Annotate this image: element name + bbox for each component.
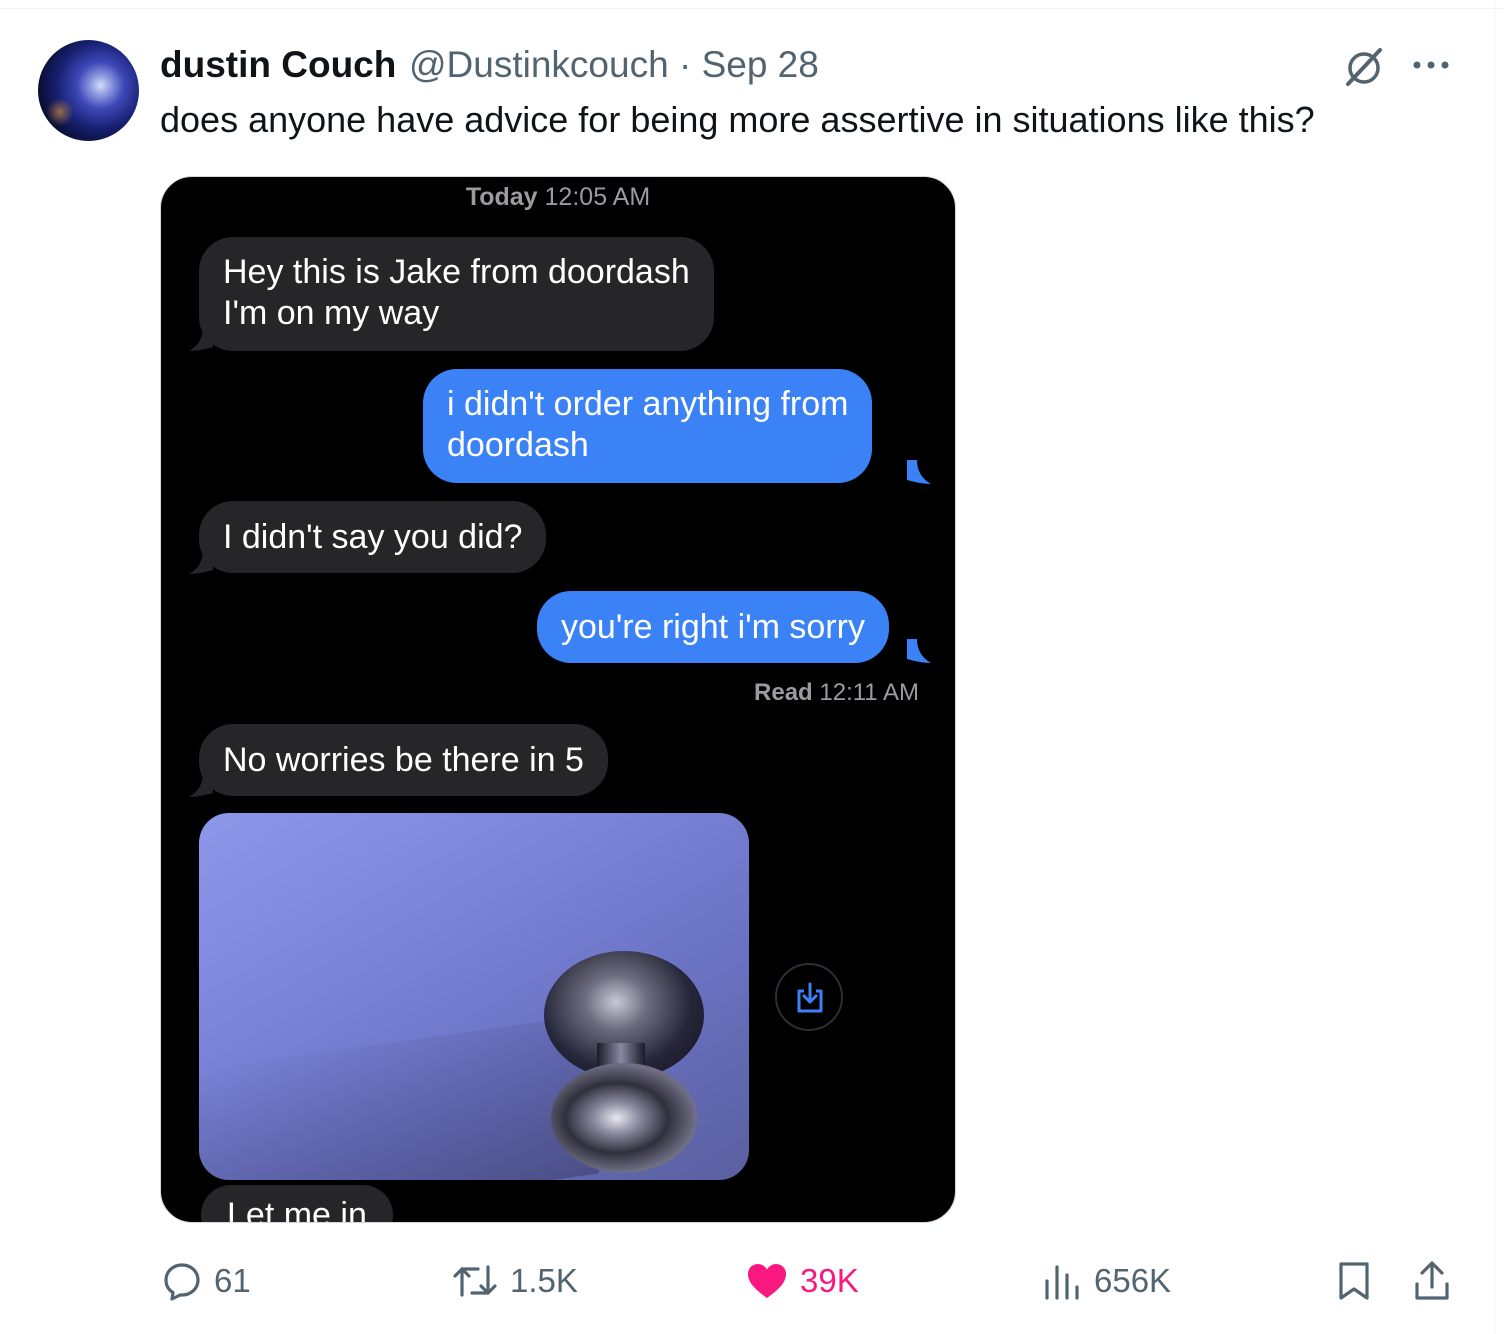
message-line: I didn't say you did? — [223, 518, 523, 556]
tweet-text: does anyone have advice for being more a… — [160, 99, 1315, 140]
like-count: 39K — [800, 1262, 859, 1299]
message-outgoing: you're right i'm sorry — [537, 591, 889, 663]
save-to-photos-button[interactable] — [775, 963, 843, 1031]
author-name[interactable]: dustin Couch — [160, 44, 396, 86]
message-line: Hey this is Jake from doordash — [223, 253, 690, 291]
bubble-tail — [907, 460, 931, 484]
avatar[interactable] — [38, 40, 139, 141]
share-icon — [1415, 1261, 1449, 1300]
message-line: doordash — [447, 426, 589, 464]
message-line: I'm on my way — [223, 294, 440, 332]
heart-icon — [748, 1264, 786, 1298]
repost-icon — [453, 1265, 497, 1297]
more-icon[interactable] — [1410, 52, 1452, 78]
tweet-actions: 61 1.5K 39K 656K — [0, 1254, 1504, 1308]
reply-button[interactable]: 61 — [162, 1254, 251, 1308]
read-receipt: Read 12:11 AM — [754, 679, 919, 706]
views-count: 656K — [1094, 1262, 1172, 1299]
repost-count: 1.5K — [510, 1262, 578, 1299]
message-line: you're right i'm sorry — [561, 608, 865, 646]
message-incoming: Hey this is Jake from doordash I'm on my… — [199, 237, 714, 351]
tweet-date[interactable]: Sep 28 — [702, 44, 819, 85]
views-icon — [1045, 1265, 1079, 1300]
top-divider — [0, 8, 1504, 9]
grok-icon[interactable] — [1342, 44, 1386, 88]
bookmark-button[interactable] — [1336, 1254, 1372, 1308]
author-handle[interactable]: @Dustinkcouch — [409, 44, 669, 85]
message-line: Let me in — [227, 1196, 367, 1223]
right-divider — [1494, 0, 1495, 1334]
handle-and-date: @Dustinkcouch · Sep 28 — [409, 44, 819, 86]
bubble-tail — [907, 639, 931, 663]
conversation-timestamp: Today 12:05 AM — [465, 183, 651, 211]
message-line: i didn't order anything from — [447, 385, 849, 423]
message-incoming: No worries be there in 5 — [199, 724, 608, 796]
separator: · — [678, 44, 692, 85]
repost-button[interactable]: 1.5K — [452, 1254, 578, 1308]
share-button[interactable] — [1412, 1254, 1452, 1308]
photo-message-door-knob — [199, 813, 749, 1180]
bookmark-icon — [1339, 1262, 1369, 1300]
save-to-photos-icon — [797, 982, 823, 1013]
message-incoming: Let me in — [201, 1185, 393, 1223]
reply-count: 61 — [214, 1262, 251, 1299]
message-incoming: I didn't say you did? — [199, 501, 547, 573]
message-outgoing: i didn't order anything from doordash — [423, 369, 873, 483]
views-button[interactable]: 656K — [1042, 1254, 1171, 1308]
like-button[interactable]: 39K — [746, 1254, 859, 1308]
message-line: No worries be there in 5 — [223, 741, 584, 779]
reply-icon — [164, 1263, 200, 1301]
tweet-media[interactable]: Today 12:05 AM Hey this is Jake from doo… — [160, 176, 956, 1223]
